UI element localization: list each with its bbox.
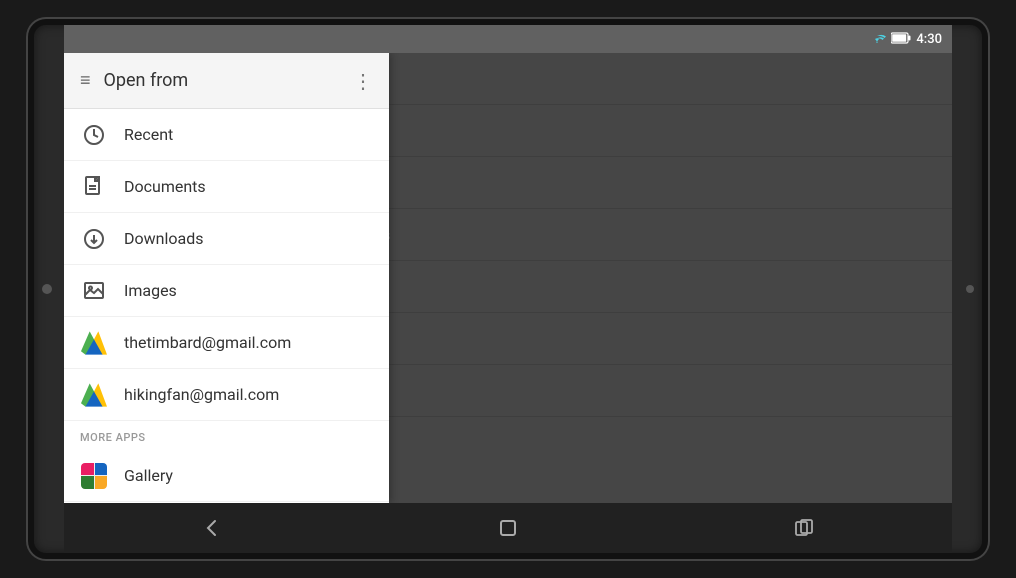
image-icon (80, 277, 108, 305)
drive1-email: thetimbard@gmail.com (124, 333, 291, 352)
dialog-header-left: ≡ Open from (80, 70, 188, 91)
documents-label: Documents (124, 177, 206, 196)
dialog-item-drive2[interactable]: hikingfan@gmail.com (64, 369, 389, 421)
downloads-label: Downloads (124, 229, 203, 248)
battery-icon (891, 32, 911, 47)
nav-bar (64, 503, 952, 553)
document-icon (80, 173, 108, 201)
speaker (966, 285, 974, 293)
back-button[interactable] (181, 507, 243, 549)
gallery-icon (80, 462, 108, 490)
drive2-email: hikingfan@gmail.com (124, 385, 279, 404)
drive-icon-2 (80, 381, 108, 409)
tablet-screen: 4:30 uff to bring to the cabin in Tahoe … (64, 25, 952, 553)
status-time: 4:30 (916, 32, 942, 47)
status-icons: 4:30 (868, 30, 942, 48)
drive-icon-1 (80, 329, 108, 357)
more-options-button[interactable]: ⋮ (353, 69, 373, 93)
tablet: 4:30 uff to bring to the cabin in Tahoe … (28, 19, 988, 559)
gallery-label: Gallery (124, 466, 173, 485)
home-button[interactable] (477, 507, 539, 549)
dialog-items-list: Recent Docume (64, 109, 389, 503)
dialog-title: Open from (104, 70, 189, 91)
dialog-item-documents[interactable]: Documents (64, 161, 389, 213)
clock-icon (80, 121, 108, 149)
camera (42, 284, 52, 294)
dialog-item-recent[interactable]: Recent (64, 109, 389, 161)
recents-button[interactable] (773, 507, 835, 549)
menu-icon: ≡ (80, 70, 92, 91)
dialog-item-downloads[interactable]: Downloads (64, 213, 389, 265)
images-label: Images (124, 281, 177, 300)
dialog-header: ≡ Open from ⋮ (64, 53, 389, 109)
download-icon (80, 225, 108, 253)
status-bar: 4:30 (64, 25, 952, 53)
dialog-item-images[interactable]: Images (64, 265, 389, 317)
more-apps-section: MORE APPS (64, 421, 389, 450)
dialog-item-gallery[interactable]: Gallery (64, 450, 389, 502)
dialog-item-drive1[interactable]: thetimbard@gmail.com (64, 317, 389, 369)
wifi-icon (868, 30, 886, 48)
main-area: uff to bring to the cabin in Tahoe age s… (64, 53, 952, 503)
recent-label: Recent (124, 125, 173, 144)
open-from-dialog: ≡ Open from ⋮ Recent (64, 53, 389, 503)
